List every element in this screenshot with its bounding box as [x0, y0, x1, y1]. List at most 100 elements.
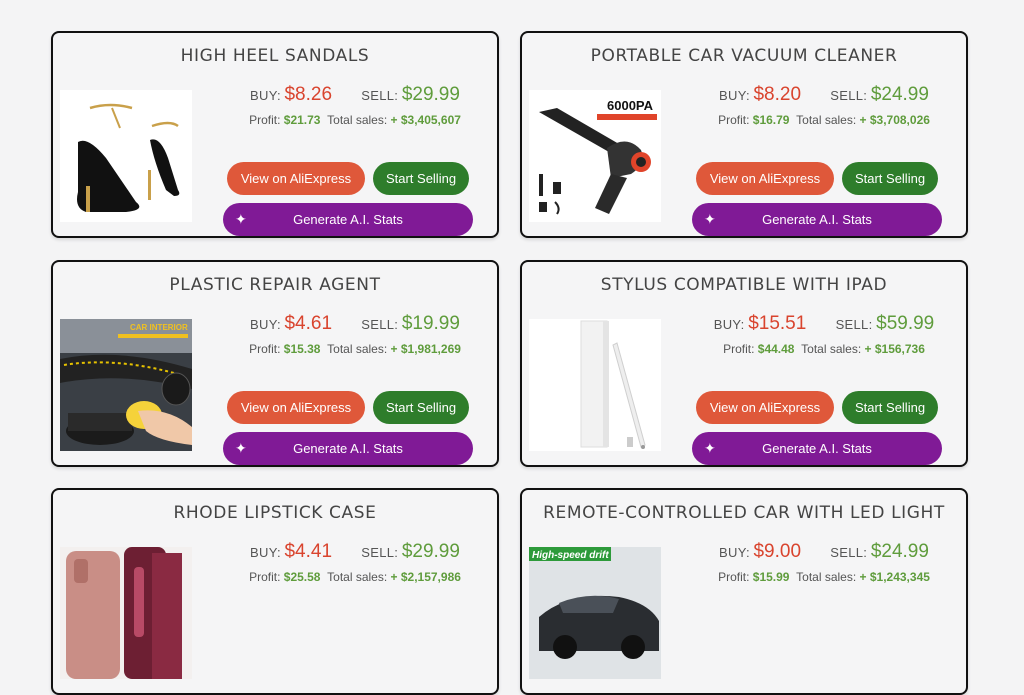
sell-price: $19.99: [401, 313, 460, 334]
sell-label: SELL:: [830, 88, 868, 103]
profit-row: Profit: $25.58 Total sales: + $2,157,986: [225, 570, 485, 584]
profit-value: $21.73: [283, 113, 321, 127]
buy-label: BUY:: [719, 88, 750, 103]
product-image-repair[interactable]: CAR INTERIOR: [60, 319, 192, 451]
product-title: PORTABLE CAR VACUUM CLEANER: [590, 46, 898, 66]
generate-ai-stats-label: Generate A.I. Stats: [293, 212, 403, 227]
profit-label: Profit:: [723, 342, 755, 356]
product-card: REMOTE-CONTROLLED CAR WITH LED LIGHT Hig…: [520, 488, 968, 695]
total-sales-value: + $3,405,607: [390, 113, 461, 127]
buy-price: $15.51: [748, 313, 807, 334]
product-card: PORTABLE CAR VACUUM CLEANER 6000PA BUY: …: [520, 31, 968, 238]
view-on-aliexpress-button[interactable]: View on AliExpress: [696, 391, 834, 424]
product-title: PLASTIC REPAIR AGENT: [169, 275, 381, 295]
price-row: BUY: $15.51 SELL: $59.99: [694, 313, 954, 335]
start-selling-button[interactable]: Start Selling: [842, 162, 938, 195]
product-title: STYLUS COMPATIBLE WITH IPAD: [600, 275, 888, 295]
sell-label: SELL:: [361, 545, 399, 560]
product-card: RHODE LIPSTICK CASE BUY: $4.41 SELL: $29…: [51, 488, 499, 695]
buy-price: $9.00: [753, 541, 802, 562]
total-sales-value: + $1,981,269: [390, 342, 461, 356]
price-row: BUY: $4.41 SELL: $29.99: [225, 541, 485, 563]
price-row: BUY: $8.26 SELL: $29.99: [225, 84, 485, 106]
sell-price: $24.99: [870, 541, 929, 562]
profit-row: Profit: $16.79 Total sales: + $3,708,026: [694, 113, 954, 127]
image-text: High-speed drift: [532, 550, 609, 561]
total-sales-value: + $1,243,345: [859, 570, 930, 584]
start-selling-button[interactable]: Start Selling: [373, 162, 469, 195]
total-sales-label: Total sales:: [327, 113, 388, 127]
total-sales-label: Total sales:: [801, 342, 862, 356]
product-image-rc-car[interactable]: High-speed drift: [529, 547, 661, 679]
product-title: RHODE LIPSTICK CASE: [173, 503, 377, 523]
view-on-aliexpress-button[interactable]: View on AliExpress: [227, 391, 365, 424]
product-image-vacuum[interactable]: 6000PA: [529, 90, 661, 222]
buy-label: BUY:: [250, 88, 281, 103]
generate-ai-stats-label: Generate A.I. Stats: [762, 441, 872, 456]
profit-label: Profit:: [249, 113, 281, 127]
sell-price: $24.99: [870, 84, 929, 105]
sell-label: SELL:: [361, 317, 399, 332]
price-row: BUY: $8.20 SELL: $24.99: [694, 84, 954, 106]
price-row: BUY: $4.61 SELL: $19.99: [225, 313, 485, 335]
product-image-lipstick[interactable]: [60, 547, 192, 679]
product-title: REMOTE-CONTROLLED CAR WITH LED LIGHT: [543, 503, 945, 523]
profit-label: Profit:: [249, 570, 281, 584]
profit-value: $44.48: [757, 342, 795, 356]
product-image-stylus[interactable]: [529, 319, 661, 451]
profit-value: $16.79: [752, 113, 790, 127]
profit-row: Profit: $44.48 Total sales: + $156,736: [694, 342, 954, 356]
sparkle-icon: ✦: [704, 211, 716, 227]
profit-value: $15.38: [283, 342, 321, 356]
product-title: HIGH HEEL SANDALS: [180, 46, 370, 66]
product-card: HIGH HEEL SANDALS BUY: $8.26 SELL: $29.9…: [51, 31, 499, 238]
product-card: PLASTIC REPAIR AGENT CAR INTERIOR BUY: $…: [51, 260, 499, 467]
buy-price: $4.41: [284, 541, 333, 562]
view-on-aliexpress-button[interactable]: View on AliExpress: [227, 162, 365, 195]
image-text: CAR INTERIOR: [130, 323, 188, 332]
view-on-aliexpress-button[interactable]: View on AliExpress: [696, 162, 834, 195]
sparkle-icon: ✦: [704, 440, 716, 456]
total-sales-label: Total sales:: [796, 113, 857, 127]
sparkle-icon: ✦: [235, 211, 247, 227]
profit-value: $25.58: [283, 570, 321, 584]
image-text: 6000PA: [607, 98, 654, 113]
total-sales-value: + $3,708,026: [859, 113, 930, 127]
total-sales-label: Total sales:: [796, 570, 857, 584]
sell-price: $29.99: [401, 541, 460, 562]
generate-ai-stats-button[interactable]: ✦ Generate A.I. Stats: [692, 203, 942, 236]
start-selling-button[interactable]: Start Selling: [373, 391, 469, 424]
total-sales-value: + $156,736: [864, 342, 925, 356]
profit-label: Profit:: [249, 342, 281, 356]
buy-label: BUY:: [719, 545, 750, 560]
product-card: STYLUS COMPATIBLE WITH IPAD BUY: $15.51 …: [520, 260, 968, 467]
total-sales-value: + $2,157,986: [390, 570, 461, 584]
sparkle-icon: ✦: [235, 440, 247, 456]
total-sales-label: Total sales:: [327, 570, 388, 584]
sell-label: SELL:: [361, 88, 399, 103]
buy-label: BUY:: [250, 317, 281, 332]
sell-label: SELL:: [830, 545, 868, 560]
generate-ai-stats-button[interactable]: ✦ Generate A.I. Stats: [692, 432, 942, 465]
profit-row: Profit: $15.38 Total sales: + $1,981,269: [225, 342, 485, 356]
buy-label: BUY:: [250, 545, 281, 560]
generate-ai-stats-button[interactable]: ✦ Generate A.I. Stats: [223, 203, 473, 236]
buy-price: $8.26: [284, 84, 333, 105]
generate-ai-stats-button[interactable]: ✦ Generate A.I. Stats: [223, 432, 473, 465]
profit-row: Profit: $21.73 Total sales: + $3,405,607: [225, 113, 485, 127]
profit-label: Profit:: [718, 570, 750, 584]
product-image-sandal[interactable]: [60, 90, 192, 222]
profit-row: Profit: $15.99 Total sales: + $1,243,345: [694, 570, 954, 584]
profit-value: $15.99: [752, 570, 790, 584]
profit-label: Profit:: [718, 113, 750, 127]
sell-price: $59.99: [876, 313, 935, 334]
buy-price: $4.61: [284, 313, 333, 334]
buy-label: BUY:: [713, 317, 745, 332]
sell-price: $29.99: [401, 84, 460, 105]
buy-price: $8.20: [753, 84, 802, 105]
start-selling-button[interactable]: Start Selling: [842, 391, 938, 424]
total-sales-label: Total sales:: [327, 342, 388, 356]
sell-label: SELL:: [835, 317, 873, 332]
generate-ai-stats-label: Generate A.I. Stats: [762, 212, 872, 227]
generate-ai-stats-label: Generate A.I. Stats: [293, 441, 403, 456]
